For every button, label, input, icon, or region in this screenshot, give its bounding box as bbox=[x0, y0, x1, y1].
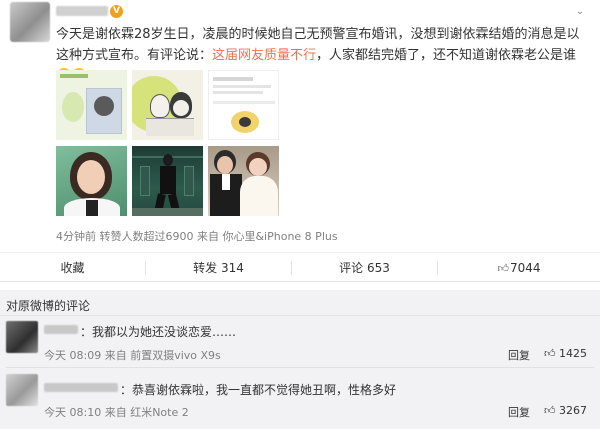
post-image-2[interactable] bbox=[132, 70, 203, 140]
divider bbox=[6, 367, 594, 368]
comment-text: ：恭喜谢依霖啦，我一直都不觉得她丑啊，性格多好 bbox=[120, 383, 397, 397]
comment-like-button[interactable]: 👍︎ 3267 bbox=[544, 404, 587, 417]
poster-avatar[interactable] bbox=[10, 2, 50, 42]
post-image-6[interactable] bbox=[208, 146, 279, 216]
post-text-part2: ，人家都结完婚了，还不知道谢依霖老公是谁 bbox=[316, 48, 577, 63]
divider bbox=[0, 315, 600, 316]
post-image-3[interactable] bbox=[208, 70, 279, 140]
comment-like-button[interactable]: 👍︎ 1425 bbox=[544, 347, 587, 360]
comment-like-count: 1425 bbox=[559, 347, 587, 360]
reply-button[interactable]: 回复 bbox=[508, 347, 530, 363]
thumbs-up-icon: 👍︎ bbox=[497, 262, 509, 275]
commenter-name[interactable] bbox=[44, 383, 118, 392]
comments-section: 对原微博的评论 ：我都以为她还没谈恋爱…… 今天 08:09 来自 前置双摄vi… bbox=[0, 290, 600, 429]
reply-button[interactable]: 回复 bbox=[508, 404, 530, 420]
comment-text: ：我都以为她还没谈恋爱…… bbox=[80, 325, 237, 339]
comment-time: 今天 08:10 来自 红米Note 2 bbox=[44, 406, 189, 419]
action-bar: 收藏 转发 314 评论 653 👍︎7044 bbox=[0, 252, 600, 282]
comment-like-count: 3267 bbox=[559, 404, 587, 417]
post-image-5[interactable] bbox=[132, 146, 203, 216]
commenter-avatar[interactable] bbox=[6, 374, 38, 406]
like-button[interactable]: 👍︎7044 bbox=[438, 253, 600, 283]
like-count: 7044 bbox=[509, 261, 541, 275]
post-image-4[interactable] bbox=[56, 146, 127, 216]
vip-icon: V bbox=[110, 5, 123, 18]
post-text-highlight-link[interactable]: 这届网友质量不行 bbox=[212, 48, 316, 63]
comments-section-title: 对原微博的评论 bbox=[6, 299, 91, 313]
like-icon: 👍︎ bbox=[544, 404, 556, 417]
comment-time: 今天 08:09 来自 前置双摄vivo X9s bbox=[44, 349, 221, 362]
repost-button[interactable]: 转发 314 bbox=[146, 253, 291, 283]
comment-button[interactable]: 评论 653 bbox=[292, 253, 437, 283]
post-image-1[interactable] bbox=[56, 70, 127, 140]
post-image-grid bbox=[56, 70, 280, 220]
post-meta: 4分钟前 转赞人数超过6900 来自 你心里&iPhone 8 Plus bbox=[56, 230, 338, 243]
favorite-button[interactable]: 收藏 bbox=[0, 253, 145, 283]
poster-username[interactable] bbox=[56, 6, 108, 16]
like-icon: 👍︎ bbox=[544, 347, 556, 360]
commenter-name[interactable] bbox=[44, 325, 78, 334]
expand-icon[interactable]: ⌄ bbox=[574, 6, 586, 18]
commenter-avatar[interactable] bbox=[6, 321, 38, 353]
